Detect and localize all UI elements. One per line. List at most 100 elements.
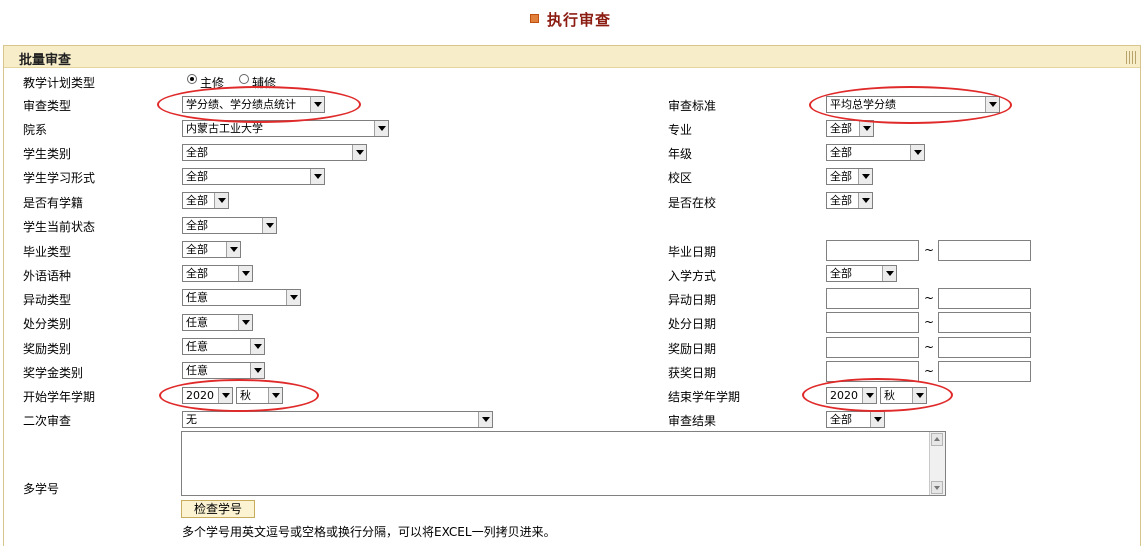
date-range-separator: ~	[924, 243, 935, 257]
scholarship-date-end-input[interactable]	[938, 361, 1031, 382]
radio-minor-label: 辅修	[252, 76, 277, 90]
punishment-date-start-input[interactable]	[826, 312, 919, 333]
label-second-review: 二次审查	[23, 414, 72, 428]
department-select[interactable]: 内蒙古工业大学	[182, 120, 389, 137]
label-review-result: 审查结果	[668, 414, 717, 428]
award-date-start-input[interactable]	[826, 337, 919, 358]
label-student-category: 学生类别	[23, 147, 72, 161]
student-category-select[interactable]: 全部	[182, 144, 367, 161]
page-title: 执行审查	[0, 9, 1141, 30]
study-form-select[interactable]: 全部	[182, 168, 325, 185]
radio-minor[interactable]	[239, 74, 249, 84]
punishment-date-end-input[interactable]	[938, 312, 1031, 333]
scholarship-date-start-input[interactable]	[826, 361, 919, 382]
dropdown-arrow-icon	[478, 412, 492, 427]
end-year-select[interactable]: 2020	[826, 387, 877, 404]
label-award-type: 奖励类别	[23, 342, 72, 356]
punishment-type-select[interactable]: 任意	[182, 314, 253, 331]
label-award-date: 奖励日期	[668, 342, 717, 356]
in-school-select[interactable]: 全部	[826, 192, 873, 209]
date-range-separator: ~	[924, 291, 935, 305]
label-review-standard: 审查标准	[668, 99, 717, 113]
dropdown-arrow-icon	[882, 266, 896, 281]
label-change-date: 异动日期	[668, 293, 717, 307]
campus-select[interactable]: 全部	[826, 168, 873, 185]
textarea-scrollbar[interactable]	[929, 432, 945, 495]
has-status-select[interactable]: 全部	[182, 192, 229, 209]
date-range-separator: ~	[924, 340, 935, 354]
dropdown-arrow-icon	[310, 97, 324, 112]
label-scholarship-date: 获奖日期	[668, 366, 717, 380]
label-change-type: 异动类型	[23, 293, 72, 307]
scroll-up-icon[interactable]	[931, 433, 943, 446]
dropdown-arrow-icon	[985, 97, 999, 112]
scholarship-type-select[interactable]: 任意	[182, 362, 265, 379]
change-date-end-input[interactable]	[938, 288, 1031, 309]
graduation-date-start-input[interactable]	[826, 240, 919, 261]
review-result-select[interactable]: 全部	[826, 411, 885, 428]
dropdown-arrow-icon	[912, 388, 926, 403]
end-season-select[interactable]: 秋	[880, 387, 927, 404]
resize-grip-icon	[1126, 51, 1136, 64]
graduation-date-end-input[interactable]	[938, 240, 1031, 261]
label-review-type: 审查类型	[23, 99, 72, 113]
review-type-select[interactable]: 学分绩、学分绩点统计	[182, 96, 325, 113]
label-language: 外语语种	[23, 269, 72, 283]
dropdown-arrow-icon	[858, 193, 872, 208]
title-bullet-icon	[529, 14, 539, 23]
panel-title: 批量审查	[19, 53, 72, 68]
dropdown-arrow-icon	[286, 290, 300, 305]
label-multi-id: 多学号	[23, 482, 60, 496]
label-study-form: 学生学习形式	[23, 171, 96, 185]
label-has-status: 是否有学籍	[23, 196, 84, 210]
dropdown-arrow-icon	[862, 388, 876, 403]
label-department: 院系	[23, 123, 48, 137]
date-range-separator: ~	[924, 364, 935, 378]
current-state-select[interactable]: 全部	[182, 217, 277, 234]
grade-select[interactable]: 全部	[826, 144, 925, 161]
panel-header: 批量审查	[4, 46, 1140, 68]
dropdown-arrow-icon	[214, 193, 228, 208]
admission-method-select[interactable]: 全部	[826, 265, 897, 282]
award-type-select[interactable]: 任意	[182, 338, 265, 355]
label-graduation-date: 毕业日期	[668, 245, 717, 259]
label-current-state: 学生当前状态	[23, 220, 96, 234]
award-date-end-input[interactable]	[938, 337, 1031, 358]
start-year-select[interactable]: 2020	[182, 387, 233, 404]
label-major: 专业	[668, 123, 693, 137]
label-punishment-date: 处分日期	[668, 317, 717, 331]
dropdown-arrow-icon	[910, 145, 924, 160]
radio-major-label: 主修	[200, 76, 225, 90]
language-select[interactable]: 全部	[182, 265, 253, 282]
change-date-start-input[interactable]	[826, 288, 919, 309]
start-season-select[interactable]: 秋	[236, 387, 283, 404]
multi-id-hint: 多个学号用英文逗号或空格或换行分隔，可以将EXCEL一列拷贝进来。	[182, 525, 556, 539]
dropdown-arrow-icon	[238, 315, 252, 330]
change-type-select[interactable]: 任意	[182, 289, 301, 306]
dropdown-arrow-icon	[250, 363, 264, 378]
graduation-type-select[interactable]: 全部	[182, 241, 241, 258]
dropdown-arrow-icon	[218, 388, 232, 403]
review-standard-select[interactable]: 平均总学分绩	[826, 96, 1000, 113]
check-id-button[interactable]: 检查学号	[181, 500, 255, 518]
dropdown-arrow-icon	[374, 121, 388, 136]
date-range-separator: ~	[924, 315, 935, 329]
label-grade: 年级	[668, 147, 693, 161]
major-select[interactable]: 全部	[826, 120, 874, 137]
dropdown-arrow-icon	[226, 242, 240, 257]
radio-major[interactable]	[187, 74, 197, 84]
label-campus: 校区	[668, 171, 693, 185]
dropdown-arrow-icon	[262, 218, 276, 233]
label-start-term: 开始学年学期	[23, 390, 96, 404]
dropdown-arrow-icon	[858, 169, 872, 184]
dropdown-arrow-icon	[859, 121, 873, 136]
label-graduation-type: 毕业类型	[23, 245, 72, 259]
scroll-down-icon[interactable]	[931, 481, 943, 494]
label-admission-method: 入学方式	[668, 269, 717, 283]
dropdown-arrow-icon	[352, 145, 366, 160]
dropdown-arrow-icon	[238, 266, 252, 281]
dropdown-arrow-icon	[870, 412, 884, 427]
dropdown-arrow-icon	[310, 169, 324, 184]
second-review-select[interactable]: 无	[182, 411, 493, 428]
multi-id-textarea[interactable]	[181, 431, 946, 496]
